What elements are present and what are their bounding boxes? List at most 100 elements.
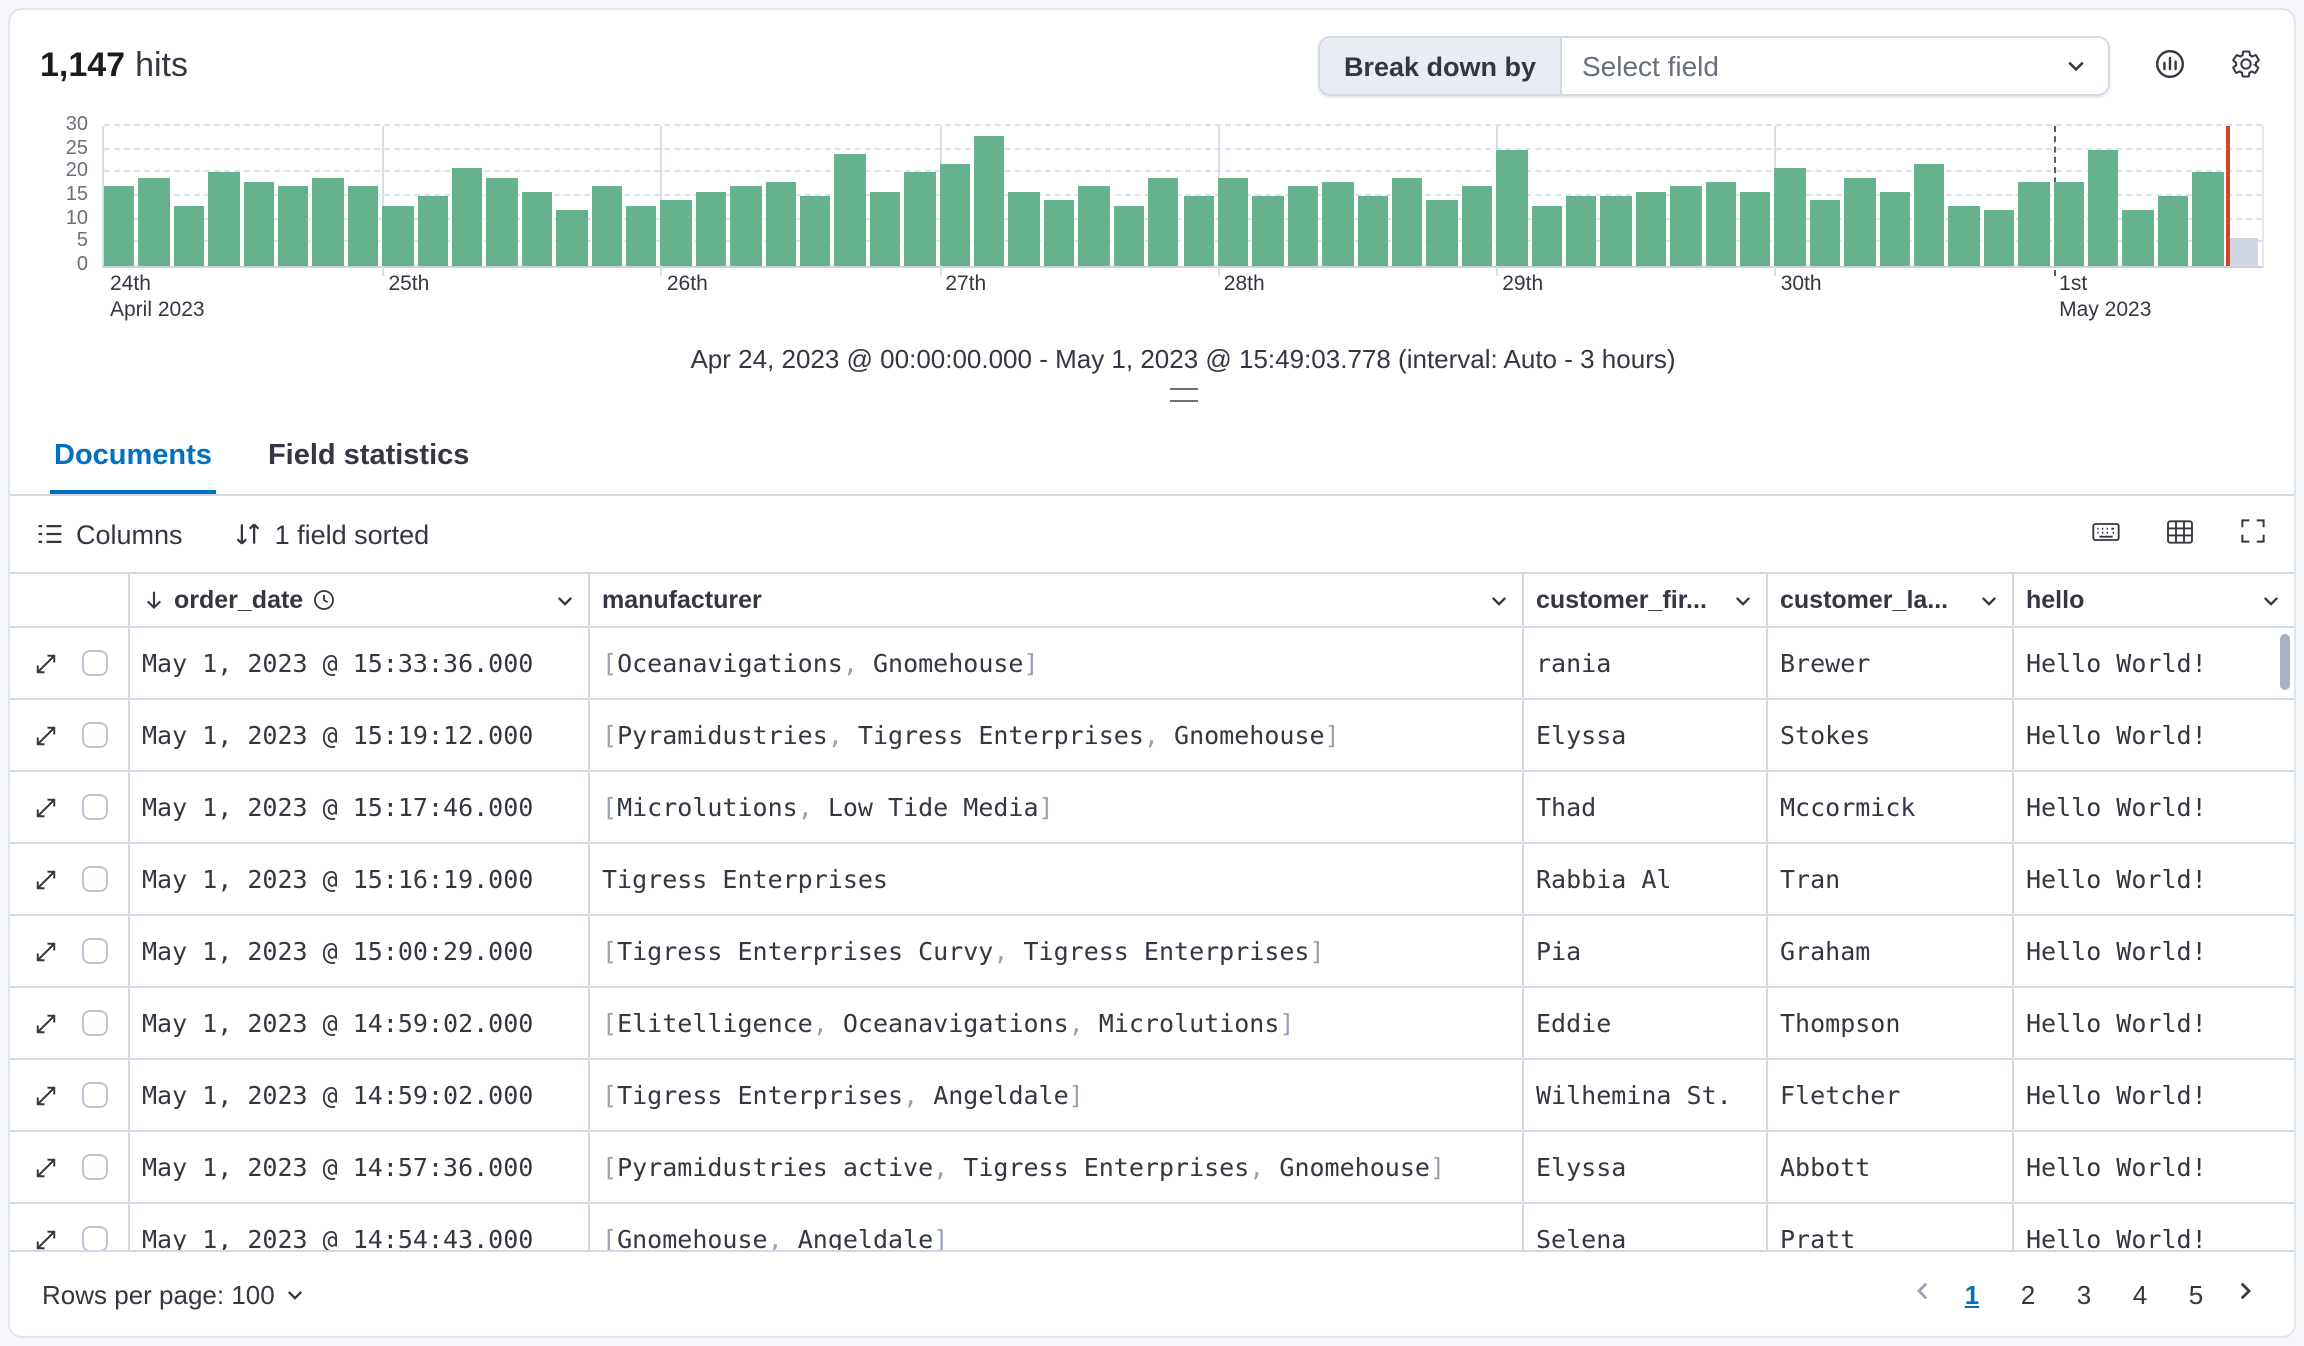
expand-row-button[interactable] [34, 651, 58, 675]
select-row-checkbox[interactable] [82, 866, 108, 892]
expand-row-button[interactable] [34, 867, 58, 891]
display-options-button[interactable] [2164, 515, 2196, 553]
expand-row-button[interactable] [34, 939, 58, 963]
select-row-checkbox[interactable] [82, 650, 108, 676]
tab-field-statistics[interactable]: Field statistics [264, 418, 473, 494]
rows-per-page-button[interactable]: Rows per page: 100 [42, 1279, 307, 1309]
histogram-bar[interactable] [522, 191, 553, 266]
histogram-bar[interactable] [1392, 177, 1423, 266]
histogram-bar[interactable] [417, 196, 448, 266]
histogram-bar[interactable] [939, 163, 970, 266]
histogram-bar[interactable] [556, 210, 587, 266]
select-row-checkbox[interactable] [82, 938, 108, 964]
histogram-bar[interactable] [487, 177, 518, 266]
select-row-checkbox[interactable] [82, 722, 108, 748]
histogram-bar[interactable] [1914, 163, 1945, 266]
histogram-bar[interactable] [1218, 177, 1249, 266]
chevron-down-icon[interactable] [554, 589, 576, 611]
histogram-bar[interactable] [800, 196, 831, 266]
histogram-bar[interactable] [591, 187, 622, 266]
histogram-bar[interactable] [278, 187, 309, 266]
histogram-bar[interactable] [626, 205, 657, 266]
histogram-bar[interactable] [243, 182, 274, 266]
histogram-bar[interactable] [208, 173, 239, 266]
histogram-bar[interactable] [2123, 210, 2154, 266]
histogram-bar[interactable] [2227, 238, 2258, 266]
histogram-plot[interactable]: 05101520253024thApril 202325th26th27th28… [102, 126, 2264, 268]
histogram-bar[interactable] [1984, 210, 2015, 266]
page-4-button[interactable]: 4 [2116, 1270, 2164, 1318]
histogram-bar[interactable] [2053, 182, 2084, 266]
histogram-bar[interactable] [1009, 191, 1040, 266]
histogram-bar[interactable] [1079, 187, 1110, 266]
previous-page-button[interactable] [1906, 1278, 1940, 1310]
expand-row-button[interactable] [34, 1011, 58, 1035]
histogram-bar[interactable] [1427, 201, 1458, 266]
chevron-down-icon[interactable] [1488, 589, 1510, 611]
header-manufacturer[interactable]: manufacturer [590, 574, 1524, 626]
histogram-bar[interactable] [905, 173, 936, 266]
histogram-bar[interactable] [1357, 196, 1388, 266]
chevron-down-icon[interactable] [2260, 589, 2282, 611]
page-5-button[interactable]: 5 [2172, 1270, 2220, 1318]
histogram-bar[interactable] [348, 187, 379, 266]
histogram-bar[interactable] [1044, 201, 1075, 266]
chevron-down-icon[interactable] [1978, 589, 2000, 611]
expand-row-button[interactable] [34, 795, 58, 819]
select-row-checkbox[interactable] [82, 1226, 108, 1250]
histogram-bar[interactable] [974, 135, 1005, 266]
histogram-bar[interactable] [1879, 191, 1910, 266]
expand-row-button[interactable] [34, 1227, 58, 1250]
histogram-bar[interactable] [2018, 182, 2049, 266]
histogram-bar[interactable] [835, 154, 866, 266]
histogram-bar[interactable] [1496, 149, 1527, 266]
histogram-bar[interactable] [1635, 191, 1666, 266]
histogram-bar[interactable] [1148, 177, 1179, 266]
header-order-date[interactable]: order_date [130, 574, 590, 626]
header-customer-last-name[interactable]: customer_la... [1768, 574, 2014, 626]
histogram-bar[interactable] [1461, 187, 1492, 266]
page-3-button[interactable]: 3 [2060, 1270, 2108, 1318]
chart-settings-button[interactable] [2230, 47, 2262, 85]
histogram-bar[interactable] [313, 177, 344, 266]
histogram-bar[interactable] [1113, 205, 1144, 266]
histogram-bar[interactable] [1531, 205, 1562, 266]
select-row-checkbox[interactable] [82, 1010, 108, 1036]
chevron-down-icon[interactable] [1732, 589, 1754, 611]
histogram-bar[interactable] [1566, 196, 1597, 266]
histogram-bar[interactable] [696, 191, 727, 266]
histogram-bar[interactable] [1601, 196, 1632, 266]
select-row-checkbox[interactable] [82, 794, 108, 820]
select-row-checkbox[interactable] [82, 1154, 108, 1180]
histogram-bar[interactable] [765, 182, 796, 266]
histogram-bar[interactable] [139, 177, 170, 266]
page-1-button[interactable]: 1 [1948, 1270, 1996, 1318]
histogram-bar[interactable] [1740, 191, 1771, 266]
histogram-bar[interactable] [2088, 149, 2119, 266]
sort-fields-button[interactable]: 1 field sorted [235, 519, 430, 549]
histogram-bar[interactable] [661, 201, 692, 266]
histogram-bar[interactable] [1287, 187, 1318, 266]
histogram-bar[interactable] [1844, 177, 1875, 266]
histogram-bar[interactable] [2158, 196, 2189, 266]
columns-button[interactable]: Columns [36, 519, 183, 549]
histogram-bar[interactable] [1810, 201, 1841, 266]
histogram-bar[interactable] [382, 205, 413, 266]
histogram-bar[interactable] [1705, 182, 1736, 266]
expand-row-button[interactable] [34, 723, 58, 747]
histogram-bar[interactable] [1253, 196, 1284, 266]
histogram-bar[interactable] [2192, 173, 2223, 266]
header-customer-first-name[interactable]: customer_fir... [1524, 574, 1768, 626]
histogram-bar[interactable] [1949, 205, 1980, 266]
select-row-checkbox[interactable] [82, 1082, 108, 1108]
histogram-bar[interactable] [1670, 187, 1701, 266]
histogram-bar[interactable] [1183, 196, 1214, 266]
page-2-button[interactable]: 2 [2004, 1270, 2052, 1318]
breakdown-field-select[interactable]: Select field [1560, 36, 2110, 96]
header-hello[interactable]: hello [2014, 574, 2294, 626]
histogram-bar[interactable] [452, 168, 483, 266]
histogram-bar[interactable] [731, 187, 762, 266]
chart-options-button[interactable] [2154, 47, 2186, 85]
histogram-bar[interactable] [174, 205, 205, 266]
histogram-bar[interactable] [1775, 168, 1806, 266]
